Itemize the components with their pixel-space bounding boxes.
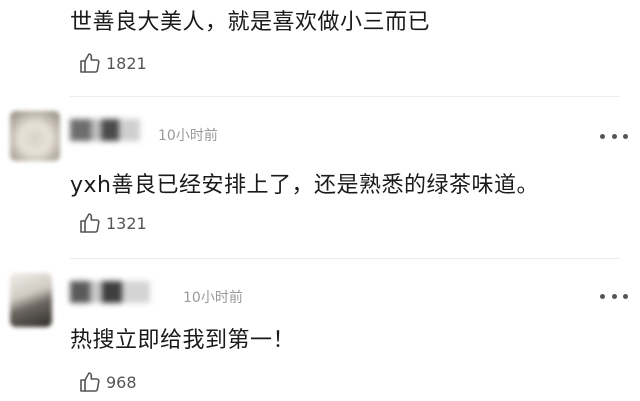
comment-list: 世善良大美人，就是喜欢做小三而已 1821 10小时前 yxh善良已经安排上了，… [0,0,640,401]
like-button[interactable]: 1821 [78,50,147,76]
like-button[interactable]: 1321 [78,210,147,236]
comment-time: 10小时前 [158,128,218,144]
comment-time: 10小时前 [183,290,243,306]
comment-text: 热搜立即给我到第一！ [70,328,296,353]
like-count: 1321 [106,213,147,233]
more-options-icon[interactable] [600,291,628,301]
comment-item: 世善良大美人，就是喜欢做小三而已 1821 [0,0,640,90]
comment-text: 世善良大美人，就是喜欢做小三而已 [70,10,431,35]
avatar[interactable] [10,111,60,161]
more-options-icon[interactable] [600,131,628,141]
like-button[interactable]: 968 [78,369,137,395]
comment-item: 10小时前 yxh善良已经安排上了，还是熟悉的绿茶味道。 1321 [0,97,640,257]
thumbs-up-icon [80,372,100,392]
like-count: 968 [106,372,137,392]
username-blurred[interactable] [70,281,150,303]
like-count: 1821 [106,53,147,73]
comment-item: 10小时前 热搜立即给我到第一！ 968 [0,259,640,401]
avatar[interactable] [10,273,52,327]
comment-text: yxh善良已经安排上了，还是熟悉的绿茶味道。 [70,173,539,198]
username-blurred[interactable] [70,119,140,141]
thumbs-up-icon [80,213,100,233]
thumbs-up-icon [80,53,100,73]
